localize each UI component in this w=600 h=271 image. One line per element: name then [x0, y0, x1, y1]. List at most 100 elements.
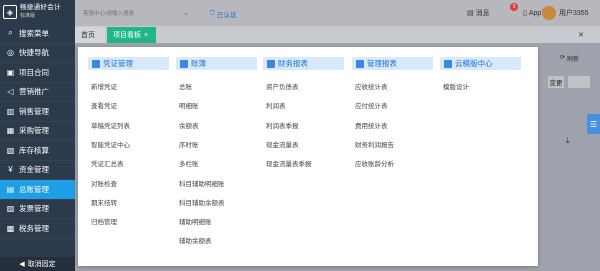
sidebar-item[interactable]: ▤ 总账管理 [0, 180, 75, 200]
sidebar-nav: ⌕ 搜索菜单 ◎ 快捷导航 ▣ 项目合同 ◁ 营销推广 ▥ 销售管理 ▦ 采购管理 ▧ 库存核算 ¥ 资金管理… [0, 24, 75, 239]
menu-item[interactable]: 对账检查 [91, 178, 117, 188]
download-icon[interactable]: ⤓ [566, 136, 570, 146]
menu-item[interactable]: 应付统计表 [355, 100, 388, 110]
sidebar-item[interactable]: ⌕ 搜索菜单 [0, 24, 75, 44]
menu-item[interactable]: 现金流量表 [266, 139, 299, 149]
logo-icon: ◈ [3, 5, 17, 19]
menu-item[interactable]: 余额表 [179, 120, 199, 130]
side-panel-toggle[interactable]: ☰ [587, 114, 600, 134]
logo-subtitle: 标准版 [20, 13, 36, 19]
auth-label: 已认证 [216, 12, 237, 19]
category-icon [267, 59, 275, 68]
tabs-bar: 首页 项目看板 × ✕ [75, 26, 600, 43]
app-logo: ◈ 畅捷通好会计 标准版 [0, 0, 75, 24]
change-button[interactable]: 变更 [548, 76, 564, 88]
menu-item[interactable]: 期末结转 [91, 197, 117, 207]
category-icon [92, 59, 100, 68]
search-icon: ⌕ [8, 28, 13, 38]
menu-item[interactable]: 模版设计 [443, 81, 469, 91]
menu-column-header: 财务报表 [263, 57, 344, 70]
close-tabs-icon[interactable]: ✕ [578, 31, 584, 39]
menu-item[interactable]: 科目辅助余额表 [179, 197, 225, 207]
refresh-button[interactable]: ⟳ 刷新 [560, 54, 579, 63]
sidebar-item-label: 采购管理 [19, 126, 49, 136]
sidebar-item[interactable]: ▦ 采购管理 [0, 122, 75, 141]
shield-icon: ⛉ [210, 10, 215, 17]
sidebar-item-label: 营销推广 [19, 87, 49, 97]
secondary-button[interactable] [568, 76, 590, 88]
auth-status[interactable]: ⛉ 已认证 [210, 9, 236, 19]
sidebar-item[interactable]: ▨ 发票管理 [0, 200, 75, 219]
arrow-left-icon: ◀ [19, 261, 25, 268]
sidebar-item[interactable]: ◎ 快捷导航 [0, 44, 75, 63]
menu-column-header: 凭证管理 [88, 57, 169, 70]
message-icon: ▤ [467, 10, 474, 17]
cart-icon: ▥ [6, 106, 15, 116]
messages-label: 消息 [475, 10, 490, 17]
avatar [542, 6, 556, 20]
sidebar-item-label: 资金管理 [19, 165, 49, 175]
refresh-icon: ⟳ [560, 55, 566, 61]
menu-item[interactable]: 总账 [179, 81, 192, 91]
tab-project-board[interactable]: 项目看板 × [107, 27, 156, 43]
category-icon [444, 59, 452, 68]
menu-item[interactable]: 财务利润报告 [355, 139, 394, 149]
menu-item[interactable]: 智能凭证中心 [91, 139, 130, 149]
menu-item[interactable]: 利润表 [266, 100, 286, 110]
menu-column-header: 账簿 [176, 57, 257, 70]
menu-item[interactable]: 辅助明细账 [179, 216, 212, 226]
menu-item[interactable]: 查看凭证 [91, 100, 117, 110]
bag-icon: ▦ [6, 126, 15, 136]
tax-icon: ▩ [6, 223, 15, 233]
menu-column-header: 云模版中心 [440, 57, 521, 70]
unpin-label: 取消固定 [27, 261, 56, 268]
menu-column: 云模版中心模版设计 [440, 57, 521, 91]
menu-item[interactable]: 多栏账 [179, 158, 199, 168]
money-icon: ¥ [8, 165, 13, 175]
menu-item[interactable]: 序时账 [179, 139, 199, 149]
user-name: 用户3355 [559, 10, 589, 17]
tab-home[interactable]: 首页 [75, 27, 105, 43]
menu-item[interactable]: 应收统计表 [355, 81, 388, 91]
sidebar-item[interactable]: ▩ 税务管理 [0, 219, 75, 239]
chevron-down-icon[interactable]: ⌄ [183, 9, 189, 17]
sidebar-item-label: 发票管理 [19, 204, 49, 214]
menu-column-title: 财务报表 [278, 59, 308, 68]
menu-item[interactable]: 归档管理 [91, 216, 117, 226]
menu-column: 凭证管理新增凭证查看凭证草稿凭证列表 智能凭证中心 凭证汇总表对账检查期末结转归档管… [88, 57, 169, 226]
sidebar-item[interactable]: ¥ 资金管理 [0, 161, 75, 180]
menu-item[interactable]: 新增凭证 [91, 81, 117, 91]
sidebar-item-label: 库存核算 [19, 145, 49, 155]
menu-item[interactable]: 资产负债表 [266, 81, 299, 91]
box-icon: ▧ [6, 145, 15, 155]
sidebar-item[interactable]: ▣ 项目合同 [0, 63, 75, 83]
topbar: ⌄ ⛉ 已认证 ▤ 消息 3 ▯ App下载 用户3355 [75, 0, 600, 26]
contract-icon: ▣ [6, 67, 15, 77]
menu-item[interactable]: 凭证汇总表 [91, 158, 124, 168]
close-icon[interactable]: × [144, 32, 148, 39]
sidebar-item[interactable]: ◁ 营销推广 [0, 83, 75, 102]
message-count-badge: 3 [510, 3, 518, 11]
menu-item[interactable]: 费用统计表 [355, 120, 388, 130]
sidebar-item-label: 税务管理 [19, 223, 49, 233]
sidebar-item-label: 销售管理 [19, 106, 49, 116]
menu-item[interactable]: 辅助余额表 [179, 235, 212, 245]
unpin-button[interactable]: ◀ 取消固定 [0, 257, 75, 271]
menu-item[interactable]: 利润表季报 [266, 120, 299, 130]
tab-project-board-label: 项目看板 [113, 32, 141, 39]
sidebar-item-label: 总账管理 [19, 184, 49, 194]
menu-column-title: 云模版中心 [455, 59, 493, 68]
menu-item[interactable]: 明细账 [179, 100, 199, 110]
menu-item[interactable]: 现金流量表季报 [266, 158, 312, 168]
menu-item[interactable]: 草稿凭证列表 [91, 120, 130, 130]
menu-column-title: 账簿 [191, 59, 206, 68]
logo-title: 畅捷通好会计 [20, 4, 61, 11]
sidebar-item[interactable]: ▧ 库存核算 [0, 141, 75, 161]
messages-button[interactable]: ▤ 消息 [467, 8, 490, 18]
megaphone-icon: ◁ [7, 87, 14, 97]
menu-item[interactable]: 应收账龄分析 [355, 158, 394, 168]
sidebar-item[interactable]: ▥ 销售管理 [0, 102, 75, 122]
menu-item[interactable]: 科目辅助明细账 [179, 178, 225, 188]
menu-column-header: 管理报表 [352, 57, 433, 70]
user-menu[interactable]: 用户3355 [542, 6, 589, 20]
